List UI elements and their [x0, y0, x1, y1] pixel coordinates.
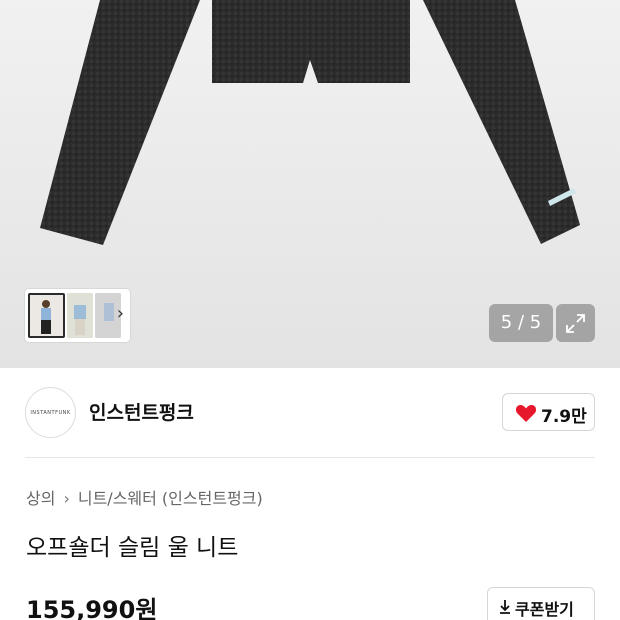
product-image[interactable]: › 5 / 5 — [0, 0, 620, 368]
brand-name[interactable]: 인스턴트펑크 — [89, 398, 194, 425]
breadcrumb: 상의 › 니트/스웨터 (인스턴트펑크) — [26, 485, 263, 509]
image-counter: 5 / 5 — [489, 304, 553, 342]
breadcrumb-subcategory[interactable]: 니트/스웨터 (인스턴트펑크) — [78, 489, 263, 508]
brand-logo[interactable]: INSTANTFUNK — [25, 387, 76, 438]
divider — [25, 457, 595, 458]
brand-row: INSTANTFUNK 인스턴트펑크 7.9만 — [0, 368, 620, 458]
product-title: 오프숄더 슬림 울 니트 — [26, 535, 239, 561]
coupon-label: 쿠폰받기 — [515, 600, 574, 619]
chevron-right-icon[interactable]: › — [117, 303, 124, 324]
thumbnail-image[interactable] — [67, 293, 93, 338]
breadcrumb-category[interactable]: 상의 — [26, 489, 55, 508]
thumbnail-image[interactable] — [28, 293, 65, 338]
thumbnail-strip[interactable]: › — [25, 289, 130, 342]
expand-button[interactable] — [556, 304, 595, 342]
like-button[interactable]: 7.9만 — [502, 393, 595, 431]
heart-icon — [515, 405, 537, 422]
chevron-right-icon: › — [63, 489, 70, 508]
download-icon — [500, 600, 510, 614]
coupon-button[interactable]: 쿠폰받기 — [487, 587, 595, 620]
expand-icon — [566, 314, 585, 333]
like-count: 7.9만 — [541, 407, 587, 427]
product-price: 155,990원 — [26, 596, 158, 620]
